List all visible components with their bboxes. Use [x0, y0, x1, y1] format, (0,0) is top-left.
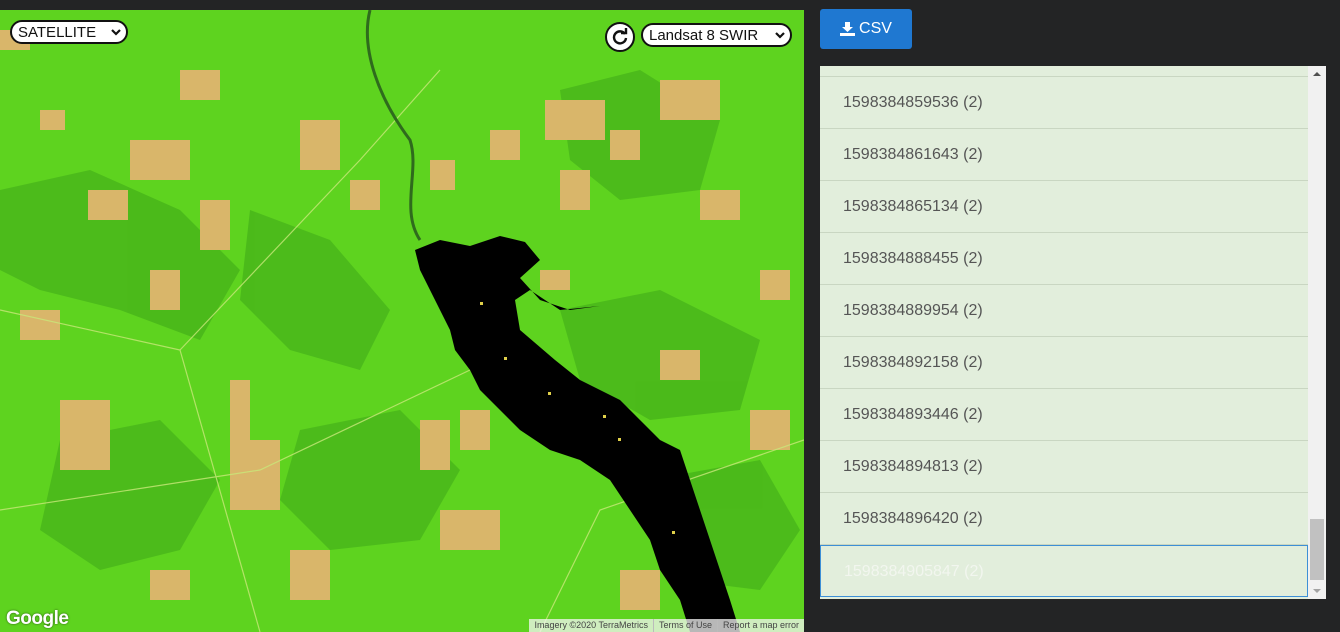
scroll-up-icon[interactable] [1313, 72, 1321, 76]
scroll-thumb[interactable] [1310, 519, 1324, 580]
layer-select[interactable]: Landsat 8 SWIR [641, 23, 792, 47]
chevron-down-icon [775, 32, 785, 39]
list-item[interactable]: 1598384888455 (2) [820, 233, 1308, 285]
refresh-icon [612, 28, 628, 45]
terms-of-use-link[interactable]: Terms of Use [652, 619, 717, 632]
scroll-down-icon[interactable] [1313, 589, 1321, 593]
csv-button-label: CSV [859, 20, 892, 37]
list-item[interactable]: 1598384893446 (2) [820, 389, 1308, 441]
list-item-selected[interactable]: 1598384905847 (2) [820, 545, 1308, 597]
google-logo: Google [6, 608, 69, 629]
list-scrollbar[interactable] [1308, 66, 1326, 599]
image-list-items: 1598384859536 (2) 1598384861643 (2) 159838… [820, 66, 1308, 599]
chevron-down-icon [111, 29, 121, 36]
list-item[interactable]: 1598384892158 (2) [820, 337, 1308, 389]
map-view[interactable]: SATELLITE Landsat 8 SWIR Google Imagery … [0, 10, 804, 632]
list-item[interactable]: 1598384865134 (2) [820, 181, 1308, 233]
report-map-error-link[interactable]: Report a map error [716, 619, 804, 632]
imagery-credit: Imagery ©2020 TerraMetrics [534, 620, 648, 630]
map-type-select[interactable]: SATELLITE [10, 20, 128, 44]
list-item[interactable]: 1598384859536 (2) [820, 77, 1308, 129]
layer-value: Landsat 8 SWIR [649, 26, 759, 44]
satellite-imagery [0, 10, 804, 632]
refresh-button[interactable] [605, 22, 635, 52]
download-icon [840, 22, 856, 36]
list-item[interactable]: 1598384889954 (2) [820, 285, 1308, 337]
page: SATELLITE Landsat 8 SWIR Google Imagery … [0, 0, 1340, 632]
list-item-partial[interactable] [820, 66, 1308, 77]
image-list[interactable]: 1598384859536 (2) 1598384861643 (2) 159838… [820, 66, 1326, 599]
map-attribution: Imagery ©2020 TerraMetrics Terms of Use … [529, 619, 804, 632]
csv-download-button[interactable]: CSV [820, 9, 912, 49]
map-type-value: SATELLITE [18, 23, 97, 41]
list-item[interactable]: 1598384894813 (2) [820, 441, 1308, 493]
list-item[interactable]: 1598384896420 (2) [820, 493, 1308, 545]
list-item[interactable]: 1598384861643 (2) [820, 129, 1308, 181]
